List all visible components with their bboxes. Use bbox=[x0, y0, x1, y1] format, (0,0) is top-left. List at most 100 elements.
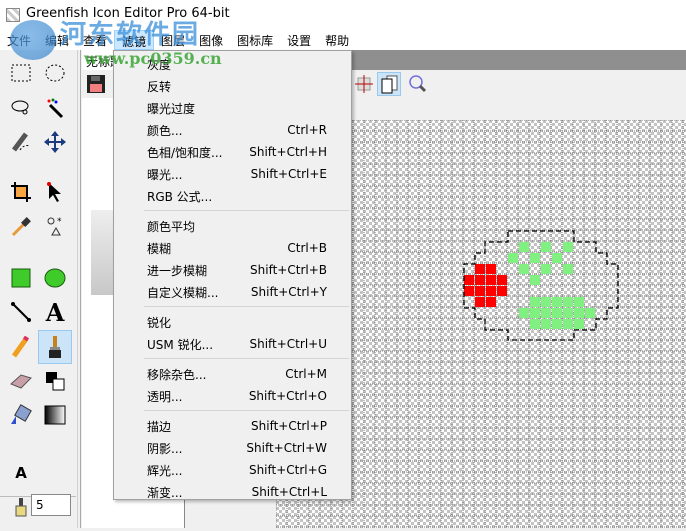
pixel bbox=[552, 253, 562, 263]
pixel bbox=[519, 264, 529, 274]
pixel bbox=[530, 297, 540, 307]
brush-size-input[interactable]: 5 bbox=[31, 494, 71, 516]
menu-item-label: 曝光... bbox=[147, 167, 183, 182]
frames-toggle-icon[interactable] bbox=[377, 72, 401, 96]
pixel bbox=[563, 264, 573, 274]
menu-6[interactable]: 图标库 bbox=[230, 30, 280, 50]
menu-8[interactable]: 帮助 bbox=[318, 30, 356, 50]
menu-separator bbox=[144, 358, 349, 359]
pixel bbox=[585, 308, 595, 318]
eraser-icon[interactable] bbox=[6, 366, 36, 396]
pixel bbox=[552, 319, 562, 329]
menu-item-label: 曝光过度 bbox=[147, 101, 196, 116]
menu-item[interactable]: 颜色... Ctrl+R bbox=[114, 119, 351, 141]
crop-icon[interactable] bbox=[6, 177, 36, 207]
ellipse-icon[interactable] bbox=[40, 263, 70, 293]
menu-item-label: 透明... bbox=[147, 389, 183, 404]
menu-item-shortcut: Ctrl+B bbox=[287, 241, 327, 255]
gradient-icon[interactable] bbox=[40, 400, 70, 430]
watermark-logo bbox=[10, 20, 56, 60]
pixel bbox=[464, 275, 474, 285]
watermark-url: www.pc0359.cn bbox=[84, 49, 222, 68]
pixel bbox=[475, 297, 485, 307]
menu-item[interactable]: 进一步模糊 Shift+Ctrl+B bbox=[114, 259, 351, 281]
menu-item[interactable]: 描边 Shift+Ctrl+P bbox=[114, 415, 351, 437]
pixel bbox=[475, 286, 485, 296]
menu-item[interactable]: 反转 bbox=[114, 75, 351, 97]
toolbox: * A A bbox=[0, 50, 78, 528]
pixel bbox=[497, 275, 507, 285]
filter-menu: 灰度 反转 曝光过度 颜色... Ctrl+R 色相/饱和度... Shift+Ctrl+H… bbox=[113, 50, 352, 500]
menu-item-shortcut: Shift+Ctrl+O bbox=[248, 389, 327, 403]
pixel bbox=[574, 308, 584, 318]
menu-item[interactable]: 曝光过度 bbox=[114, 97, 351, 119]
line-icon[interactable] bbox=[6, 297, 36, 327]
pixel bbox=[552, 308, 562, 318]
pixel bbox=[563, 297, 573, 307]
menu-item[interactable]: 透明... Shift+Ctrl+O bbox=[114, 385, 351, 407]
menu-item-label: 渐变... bbox=[147, 485, 183, 500]
svg-text:*: * bbox=[57, 217, 62, 227]
menu-item-shortcut: Shift+Ctrl+H bbox=[249, 145, 327, 159]
menu-7[interactable]: 设置 bbox=[280, 30, 318, 50]
pixel bbox=[508, 253, 518, 263]
brush-icon[interactable] bbox=[38, 330, 72, 364]
pixel bbox=[530, 253, 540, 263]
watermark-text: 河东软件园 bbox=[60, 20, 201, 50]
magic-wand-icon[interactable] bbox=[40, 93, 70, 123]
text-tool-icon[interactable]: A bbox=[40, 297, 70, 327]
menu-item[interactable]: 颜色平均 bbox=[114, 215, 351, 237]
swap-colors-icon[interactable] bbox=[40, 366, 70, 396]
menu-item-label: 自定义模糊... bbox=[147, 285, 219, 300]
rect-select-icon[interactable] bbox=[6, 58, 36, 88]
menu-item-label: 锐化 bbox=[147, 315, 172, 330]
menu-item[interactable]: 曝光... Shift+Ctrl+E bbox=[114, 163, 351, 185]
pen-path-icon[interactable] bbox=[6, 127, 36, 157]
color-replace-icon[interactable]: * bbox=[40, 211, 70, 241]
menu-item[interactable]: 模糊 Ctrl+B bbox=[114, 237, 351, 259]
pixel bbox=[486, 297, 496, 307]
menu-item-shortcut: Shift+Ctrl+U bbox=[249, 337, 327, 351]
rectangle-icon[interactable] bbox=[6, 263, 36, 293]
pixel bbox=[497, 286, 507, 296]
menu-item[interactable]: 移除杂色... Ctrl+M bbox=[114, 363, 351, 385]
menu-item-shortcut: Shift+Ctrl+G bbox=[248, 463, 327, 477]
pixel bbox=[563, 242, 573, 252]
move-icon[interactable] bbox=[40, 127, 70, 157]
menu-item-shortcut: Shift+Ctrl+B bbox=[250, 263, 327, 277]
menu-item-label: 反转 bbox=[147, 79, 172, 94]
grid-toggle-icon[interactable] bbox=[352, 72, 376, 96]
pixel bbox=[574, 319, 584, 329]
pixel bbox=[563, 319, 573, 329]
menu-item[interactable]: 辉光... Shift+Ctrl+G bbox=[114, 459, 351, 481]
pixel bbox=[519, 308, 529, 318]
pixel bbox=[519, 242, 529, 252]
menu-item[interactable]: 阴影... Shift+Ctrl+W bbox=[114, 437, 351, 459]
menu-item-label: 进一步模糊 bbox=[147, 263, 208, 278]
menu-item-label: 描边 bbox=[147, 419, 172, 434]
pixel bbox=[541, 242, 551, 252]
pixel bbox=[541, 264, 551, 274]
pixel bbox=[530, 275, 540, 285]
save-icon[interactable] bbox=[86, 74, 106, 94]
pixel bbox=[574, 297, 584, 307]
antialias-icon[interactable]: A bbox=[6, 458, 36, 488]
tab-strip bbox=[351, 50, 686, 70]
menu-item[interactable]: 渐变... Shift+Ctrl+L bbox=[114, 481, 351, 503]
pixel bbox=[475, 275, 485, 285]
menu-item[interactable]: USM 锐化... Shift+Ctrl+U bbox=[114, 333, 351, 355]
lasso-icon[interactable] bbox=[6, 93, 36, 123]
pixel bbox=[563, 308, 573, 318]
menu-item[interactable]: 自定义模糊... Shift+Ctrl+Y bbox=[114, 281, 351, 303]
pixel bbox=[530, 319, 540, 329]
pencil-icon[interactable] bbox=[6, 332, 36, 362]
zoom-icon[interactable] bbox=[406, 72, 430, 96]
menu-item[interactable]: RGB 公式... bbox=[114, 185, 351, 207]
ellipse-select-icon[interactable] bbox=[40, 58, 70, 88]
eyedropper-icon[interactable] bbox=[6, 211, 36, 241]
pointer-icon[interactable] bbox=[40, 177, 70, 207]
menu-item[interactable]: 色相/饱和度... Shift+Ctrl+H bbox=[114, 141, 351, 163]
menu-item-label: RGB 公式... bbox=[147, 189, 213, 204]
fill-bucket-icon[interactable] bbox=[6, 400, 36, 430]
menu-item[interactable]: 锐化 bbox=[114, 311, 351, 333]
